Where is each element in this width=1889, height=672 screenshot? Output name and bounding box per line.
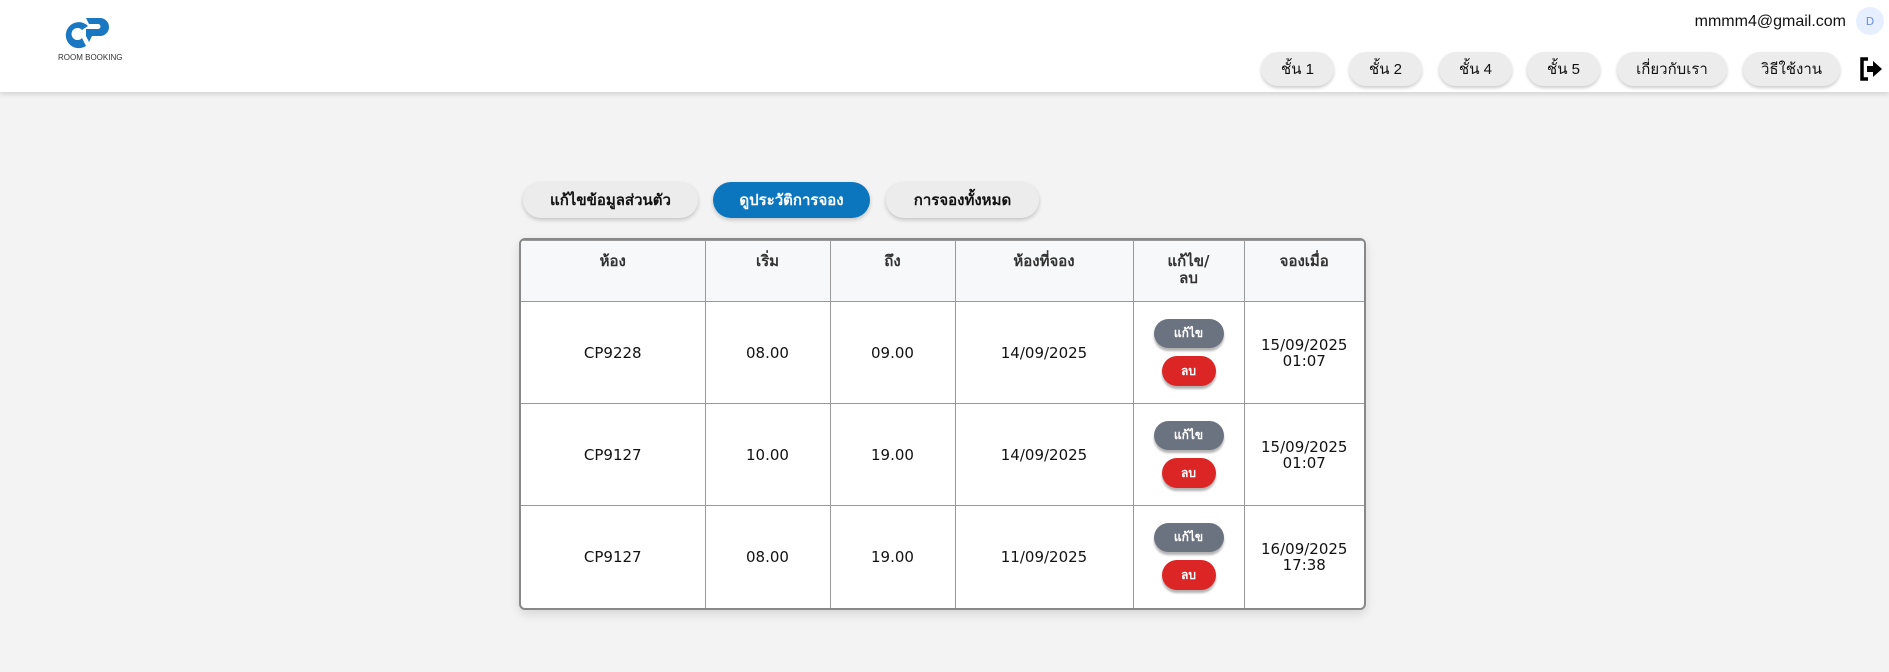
- edit-button[interactable]: แก้ไข: [1153, 523, 1224, 553]
- booked-date: 16/09/2025: [1261, 539, 1348, 558]
- nav-floor-5[interactable]: ชั้น 5: [1527, 52, 1600, 86]
- user-email: mmmm4@gmail.com: [1694, 13, 1846, 30]
- logo-text: ROOM BOOKING: [58, 53, 123, 62]
- cell-date: 14/09/2025: [954, 301, 1134, 404]
- cell-room: CP9127: [521, 505, 706, 608]
- header-booked-date: ห้องที่จอง: [954, 240, 1134, 302]
- header-start: เริ่ม: [704, 240, 831, 302]
- top-header: ROOM BOOKING mmmm4@gmail.com D ชั้น 1 ชั…: [0, 0, 1889, 92]
- cell-end: 09.00: [829, 301, 956, 404]
- delete-button[interactable]: ลบ: [1161, 560, 1216, 591]
- booked-time: 01:07: [1282, 351, 1326, 370]
- table-header-row: ห้อง เริ่ม ถึง ห้องที่จอง แก้ไข/ลบ จองเม…: [521, 240, 1364, 302]
- cell-room: CP9127: [521, 403, 706, 506]
- nav-floor-2[interactable]: ชั้น 2: [1349, 52, 1422, 86]
- delete-button[interactable]: ลบ: [1161, 356, 1216, 386]
- cell-end: 19.00: [829, 505, 956, 608]
- avatar[interactable]: D: [1856, 7, 1884, 35]
- booked-date: 15/09/2025: [1261, 335, 1348, 354]
- nav-how-to[interactable]: วิธีใช้งาน: [1743, 52, 1840, 86]
- cell-actions: แก้ไขลบ: [1132, 403, 1245, 506]
- edit-button[interactable]: แก้ไข: [1153, 421, 1224, 450]
- nav-about[interactable]: เกี่ยวกับเรา: [1617, 52, 1727, 86]
- cell-start: 10.00: [704, 403, 831, 506]
- header-edit-delete: แก้ไข/ลบ: [1132, 240, 1245, 302]
- cell-date: 11/09/2025: [954, 505, 1134, 608]
- logo[interactable]: ROOM BOOKING: [58, 16, 128, 66]
- cell-booked-at: 16/09/2025 17:38: [1243, 505, 1364, 608]
- sign-out-icon[interactable]: [1858, 56, 1884, 82]
- booked-time: 01:07: [1282, 453, 1326, 472]
- tab-all-bookings[interactable]: การจองทั้งหมด: [886, 182, 1039, 218]
- tab-booking-history[interactable]: ดูประวัติการจอง: [713, 182, 870, 218]
- edit-button[interactable]: แก้ไข: [1153, 319, 1224, 348]
- booking-history-table: ห้อง เริ่ม ถึง ห้องที่จอง แก้ไข/ลบ จองเม…: [519, 238, 1366, 610]
- header-edit-delete-text: แก้ไข/ลบ: [1167, 252, 1210, 287]
- nav-floor-4[interactable]: ชั้น 4: [1439, 52, 1512, 86]
- header-booked-at: จองเมื่อ: [1243, 240, 1364, 302]
- cell-booked-at: 15/09/2025 01:07: [1243, 301, 1364, 404]
- booked-time: 17:38: [1282, 555, 1326, 574]
- header-room: ห้อง: [521, 240, 706, 302]
- cell-date: 14/09/2025: [954, 403, 1134, 506]
- delete-button[interactable]: ลบ: [1161, 458, 1216, 488]
- cell-actions: แก้ไขลบ: [1132, 301, 1245, 404]
- cp-logo-icon: [65, 18, 109, 49]
- table-row: CP9228 08.00 09.00 14/09/2025 แก้ไขลบ 15…: [521, 301, 1364, 404]
- table-row: CP9127 10.00 19.00 14/09/2025 แก้ไขลบ 15…: [521, 403, 1364, 506]
- cell-actions: แก้ไขลบ: [1132, 505, 1245, 608]
- nav-floor-1[interactable]: ชั้น 1: [1261, 52, 1334, 86]
- cell-end: 19.00: [829, 403, 956, 506]
- header-end: ถึง: [829, 240, 956, 302]
- cell-room: CP9228: [521, 301, 706, 404]
- cell-booked-at: 15/09/2025 01:07: [1243, 403, 1364, 506]
- tab-edit-profile[interactable]: แก้ไขข้อมูลส่วนตัว: [523, 182, 698, 218]
- cell-start: 08.00: [704, 301, 831, 404]
- booked-date: 15/09/2025: [1261, 437, 1348, 456]
- cell-start: 08.00: [704, 505, 831, 608]
- table-row: CP9127 08.00 19.00 11/09/2025 แก้ไขลบ 16…: [521, 505, 1364, 608]
